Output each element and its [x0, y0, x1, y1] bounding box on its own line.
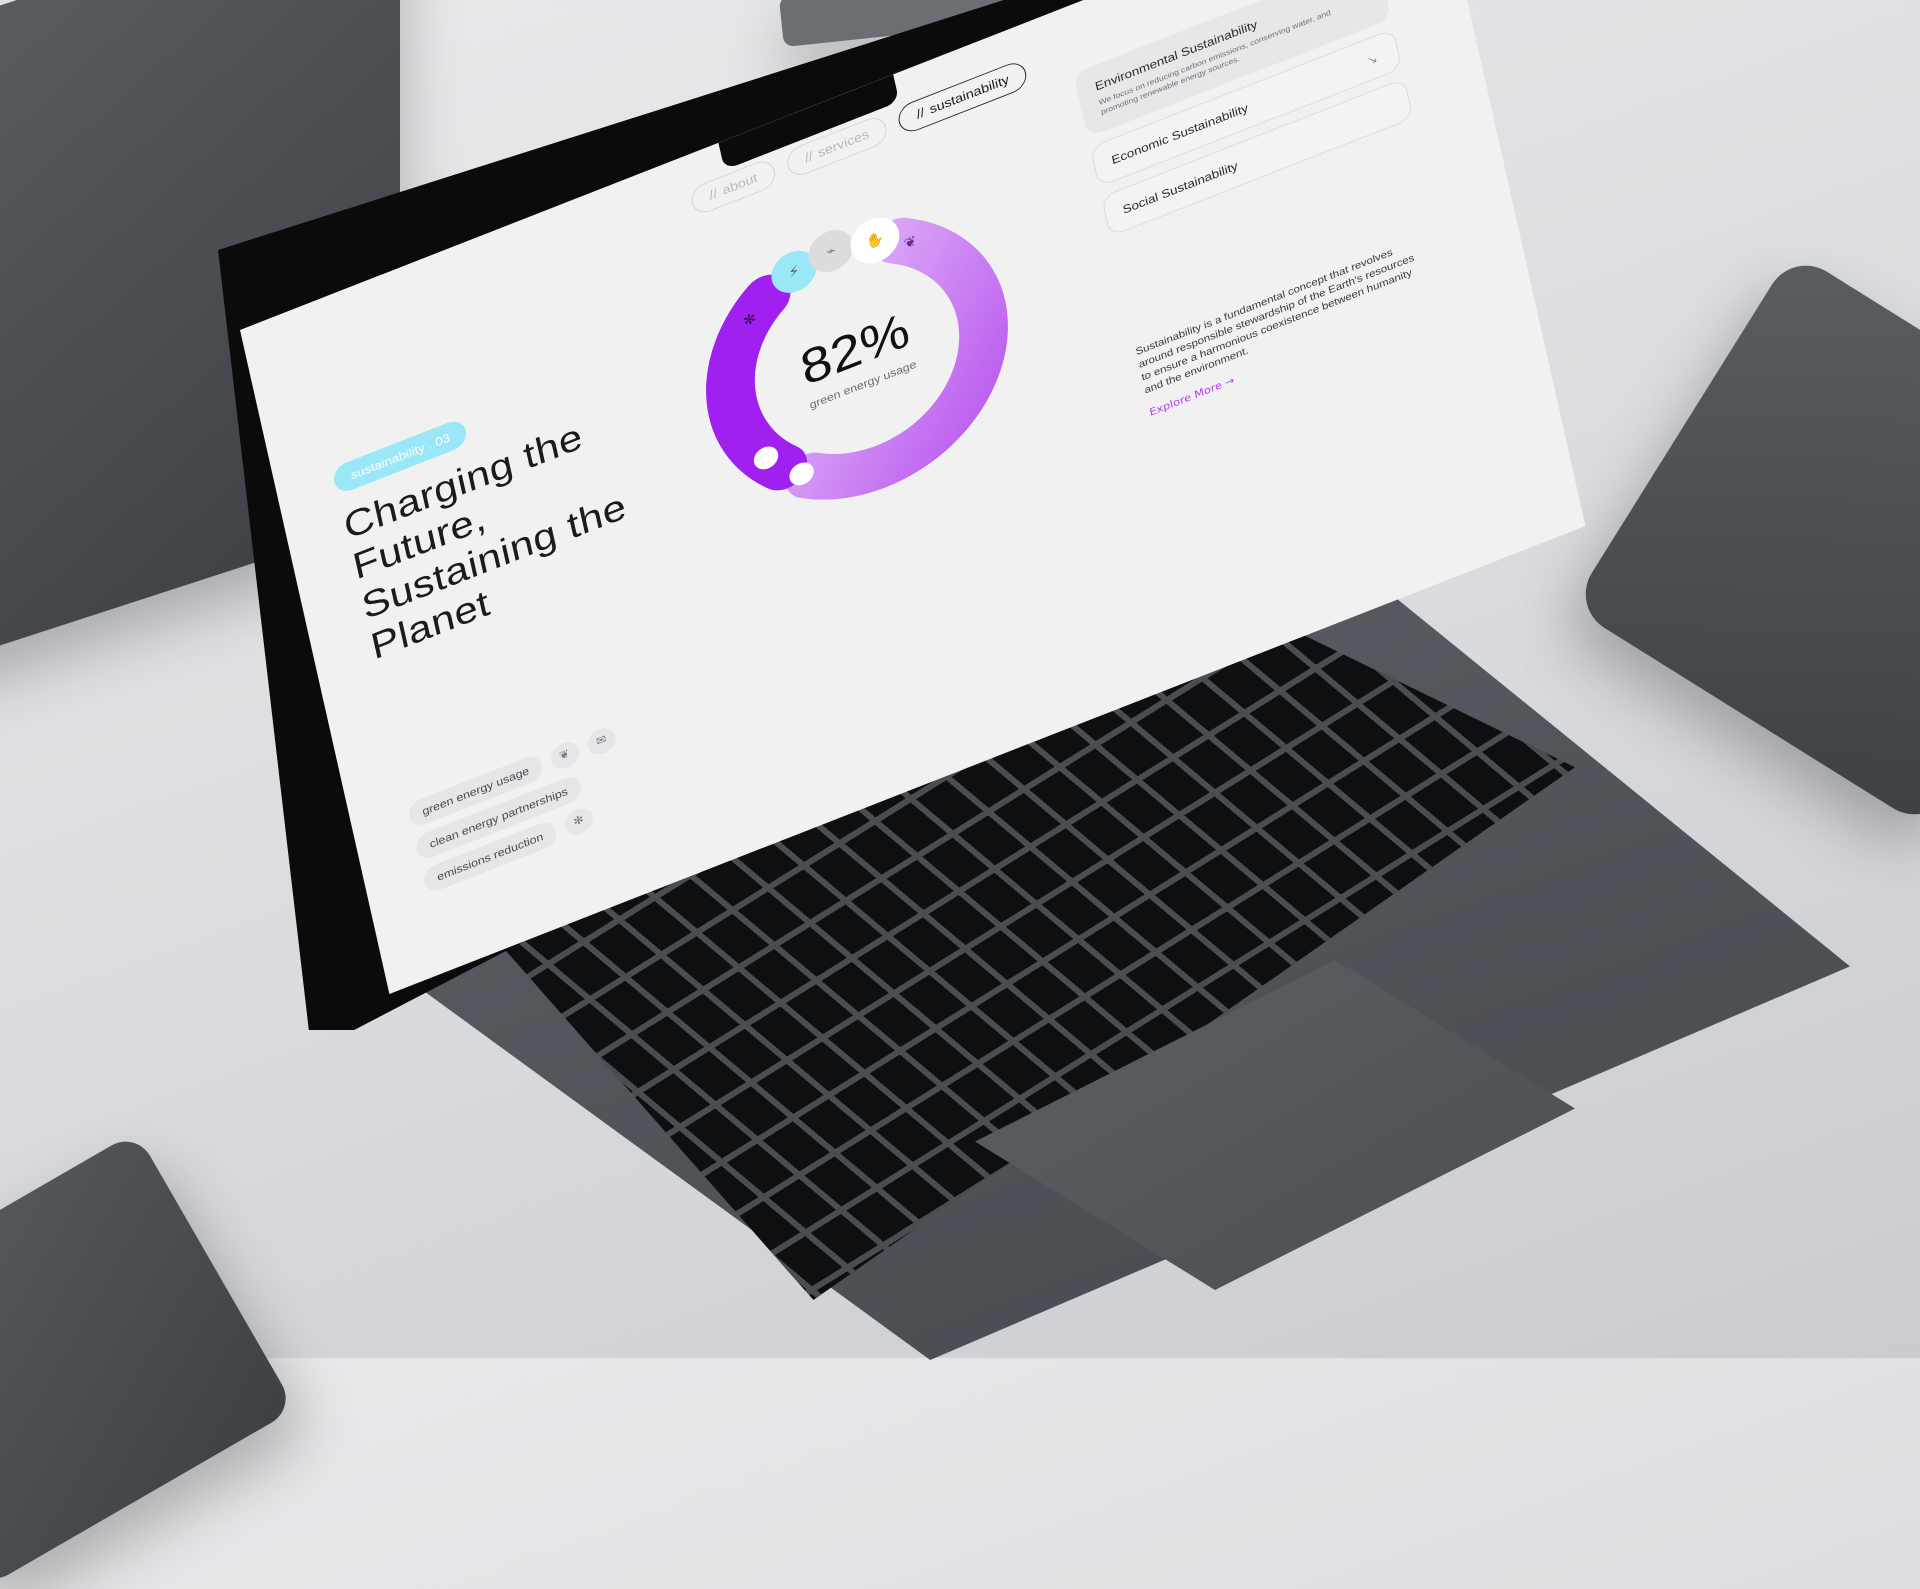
nav-sustainability-button[interactable]: //sustainability: [896, 58, 1030, 137]
sustainability-accordion: Environmental Sustainability We focus on…: [1073, 0, 1415, 246]
nav-sustainability-label: sustainability: [928, 72, 1011, 117]
arrow-right-icon: →: [1223, 374, 1236, 389]
arrow-down-right-icon[interactable]: ↘: [1358, 46, 1387, 76]
backdrop-laptop-bottom: [0, 1131, 296, 1589]
feature-tags: green energy usage ❦ ✉ clean energy part…: [406, 689, 722, 895]
hero-headline: Charging the Future, Sustaining the Plan…: [340, 415, 631, 668]
backdrop-laptop-right: [1570, 250, 1920, 830]
wind-turbine-icon: ✻: [562, 804, 596, 839]
leaf-icon: ❦: [548, 738, 582, 774]
nav-about-label: about: [721, 170, 759, 198]
about-block: Sustainability is a fundamental concept …: [1134, 238, 1427, 420]
nav-services-label: services: [816, 127, 871, 161]
mail-icon: ✉: [584, 723, 618, 759]
